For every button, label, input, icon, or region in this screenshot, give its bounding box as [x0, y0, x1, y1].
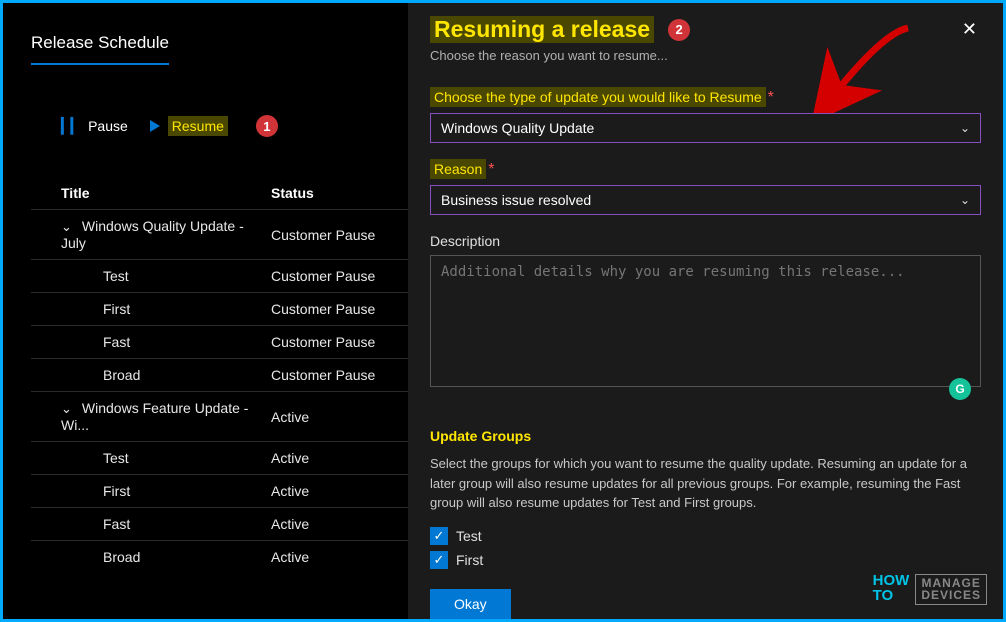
okay-button[interactable]: Okay	[430, 589, 511, 619]
panel-subtitle: Choose the reason you want to resume...	[430, 48, 981, 63]
row-status: Customer Pause	[271, 301, 408, 317]
row-title: Broad	[103, 367, 140, 383]
resume-release-panel: Resuming a release 2 ✕ Choose the reason…	[408, 3, 1003, 619]
checkbox-test[interactable]: ✓ Test	[430, 527, 981, 545]
required-marker: *	[768, 89, 774, 106]
checkbox-label: First	[456, 552, 483, 568]
table-row[interactable]: First Customer Pause	[31, 292, 408, 325]
row-title: Fast	[103, 516, 130, 532]
pause-button[interactable]: ▎▎ Pause	[61, 117, 128, 135]
update-groups-help: Select the groups for which you want to …	[430, 454, 981, 513]
row-status: Active	[271, 483, 408, 499]
resume-button[interactable]: Resume	[150, 116, 228, 136]
table-row[interactable]: Test Active	[31, 441, 408, 474]
annotation-badge-1: 1	[256, 115, 278, 137]
panel-title: Resuming a release	[430, 16, 654, 43]
resume-label: Resume	[168, 116, 228, 136]
row-title: Windows Feature Update - Wi...	[61, 400, 248, 433]
table-row[interactable]: ⌄Windows Feature Update - Wi... Active	[31, 391, 408, 441]
row-status: Active	[271, 516, 408, 532]
table-header: Title Status	[31, 177, 408, 209]
row-status: Customer Pause	[271, 367, 408, 383]
column-title: Title	[31, 185, 271, 201]
table-row[interactable]: Broad Active	[31, 540, 408, 573]
row-title: Windows Quality Update - July	[61, 218, 244, 251]
pause-icon: ▎▎	[61, 117, 80, 135]
table-row[interactable]: Broad Customer Pause	[31, 358, 408, 391]
required-marker: *	[488, 161, 494, 178]
row-title: Fast	[103, 334, 130, 350]
row-title: First	[103, 301, 130, 317]
reason-label: Reason	[430, 159, 486, 179]
update-type-label: Choose the type of update you would like…	[430, 87, 766, 107]
description-textarea[interactable]	[430, 255, 981, 387]
table-row[interactable]: Test Customer Pause	[31, 259, 408, 292]
update-type-value: Windows Quality Update	[441, 120, 594, 136]
checkbox-label: Test	[456, 528, 482, 544]
chevron-down-icon: ⌄	[960, 193, 970, 207]
chevron-down-icon: ⌄	[61, 219, 72, 235]
grammarly-icon: G	[949, 378, 971, 400]
close-icon[interactable]: ✕	[958, 15, 981, 44]
release-schedule-panel: Release Schedule ▎▎ Pause Resume 1 Title…	[3, 3, 408, 619]
row-status: Customer Pause	[271, 268, 408, 284]
row-status: Active	[271, 409, 408, 425]
page-title: Release Schedule	[31, 33, 169, 65]
row-status: Customer Pause	[271, 334, 408, 350]
action-bar: ▎▎ Pause Resume 1	[61, 115, 408, 137]
table-body: ⌄Windows Quality Update - JulyCustomer P…	[31, 209, 408, 573]
reason-select[interactable]: Business issue resolved ⌄	[430, 185, 981, 215]
update-groups-heading: Update Groups	[430, 428, 981, 444]
check-icon: ✓	[430, 551, 448, 569]
row-title: Test	[103, 450, 129, 466]
row-title: Test	[103, 268, 129, 284]
check-icon: ✓	[430, 527, 448, 545]
annotation-badge-2: 2	[668, 19, 690, 41]
row-status: Customer Pause	[271, 227, 408, 243]
table-row[interactable]: Fast Active	[31, 507, 408, 540]
pause-label: Pause	[88, 118, 128, 134]
row-status: Active	[271, 450, 408, 466]
update-type-select[interactable]: Windows Quality Update ⌄	[430, 113, 981, 143]
table-row[interactable]: ⌄Windows Quality Update - July Customer P…	[31, 209, 408, 259]
table-row[interactable]: Fast Customer Pause	[31, 325, 408, 358]
column-status: Status	[271, 185, 408, 201]
row-title: First	[103, 483, 130, 499]
checkbox-first[interactable]: ✓ First	[430, 551, 981, 569]
chevron-down-icon: ⌄	[960, 121, 970, 135]
play-icon	[150, 120, 160, 132]
chevron-down-icon: ⌄	[61, 401, 72, 417]
table-row[interactable]: First Active	[31, 474, 408, 507]
description-label: Description	[430, 233, 981, 249]
reason-value: Business issue resolved	[441, 192, 591, 208]
row-title: Broad	[103, 549, 140, 565]
row-status: Active	[271, 549, 408, 565]
